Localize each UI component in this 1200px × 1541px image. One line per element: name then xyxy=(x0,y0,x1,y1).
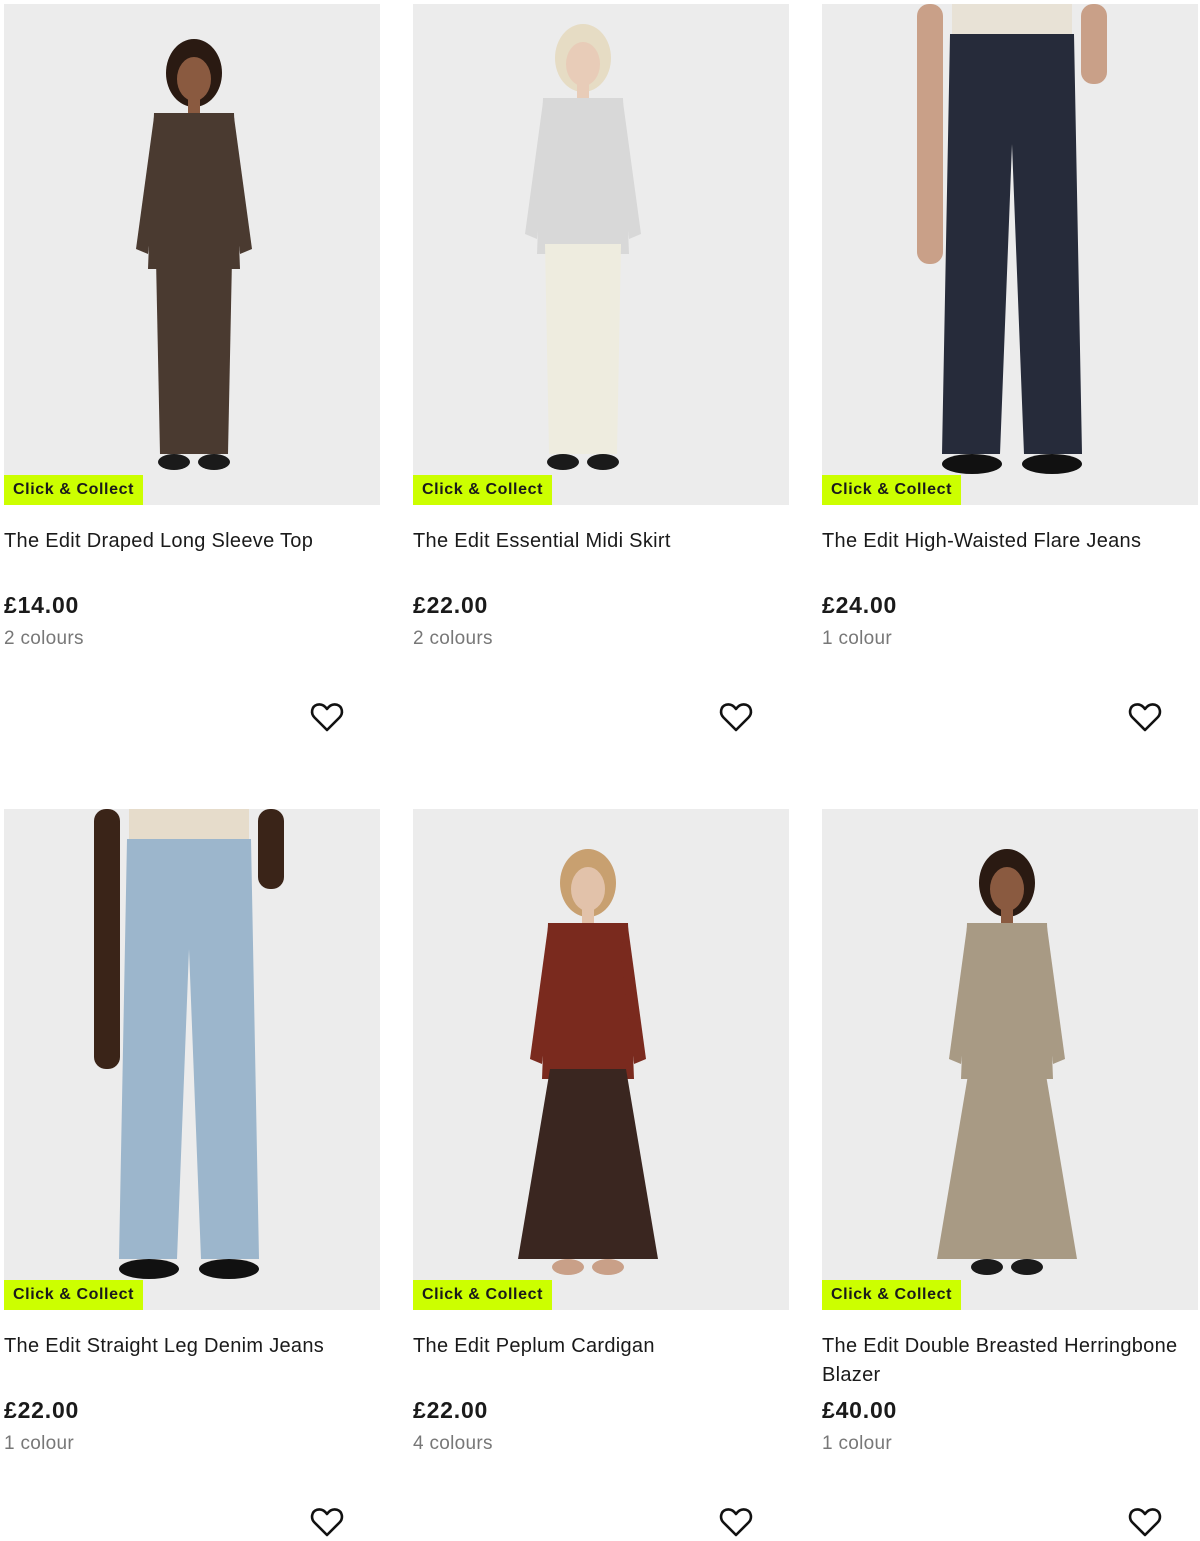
model-photo xyxy=(136,39,252,470)
right-arm xyxy=(1081,4,1107,84)
model-photo xyxy=(518,849,658,1275)
right-shoe xyxy=(198,454,230,470)
heart-outline-icon xyxy=(1128,1508,1162,1537)
top-garment xyxy=(961,923,1053,1079)
model-figure xyxy=(136,39,252,470)
product-image[interactable]: Click & Collect xyxy=(822,4,1198,505)
product-card: Click & Collect The Edit Double Breasted… xyxy=(822,809,1198,1537)
wishlist-button[interactable] xyxy=(310,1506,344,1538)
model-figure xyxy=(917,4,1107,474)
right-shoe xyxy=(592,1259,624,1275)
neck-shape xyxy=(582,909,594,923)
model-figure xyxy=(525,24,641,470)
product-image[interactable]: Click & Collect xyxy=(4,4,380,505)
product-card: Click & Collect The Edit Straight Leg De… xyxy=(4,809,380,1537)
product-card: Click & Collect The Edit Essential Midi … xyxy=(413,4,789,732)
click-collect-badge: Click & Collect xyxy=(4,1280,144,1310)
right-shoe xyxy=(199,1259,259,1279)
top-garment xyxy=(542,923,634,1079)
neck-shape xyxy=(188,99,200,113)
colour-count: 2 colours xyxy=(4,628,84,649)
product-card: Click & Collect The Edit Peplum Cardigan… xyxy=(413,809,789,1537)
wishlist-button[interactable] xyxy=(719,1506,753,1538)
left-shoe xyxy=(547,454,579,470)
top-garment xyxy=(537,98,629,254)
model-figure xyxy=(94,809,284,1279)
head-shape xyxy=(990,867,1024,911)
left-arm xyxy=(94,809,120,1069)
bottom-garment xyxy=(937,1069,1077,1259)
colour-count: 4 colours xyxy=(413,1433,493,1454)
product-image[interactable]: Click & Collect xyxy=(822,809,1198,1310)
product-title[interactable]: The Edit Draped Long Sleeve Top xyxy=(4,527,374,556)
jeans-shape xyxy=(119,839,259,1259)
colour-count: 1 colour xyxy=(822,1433,892,1454)
product-price: £40.00 xyxy=(822,1397,898,1423)
heart-outline-icon xyxy=(1128,703,1162,732)
product-price: £22.00 xyxy=(4,1397,80,1423)
heart-outline-icon xyxy=(310,1508,344,1537)
click-collect-badge: Click & Collect xyxy=(822,1280,962,1310)
neck-shape xyxy=(577,84,589,98)
product-title[interactable]: The Edit Straight Leg Denim Jeans xyxy=(4,1332,374,1361)
product-title[interactable]: The Edit Double Breasted Herringbone Bla… xyxy=(822,1332,1192,1390)
colour-count: 2 colours xyxy=(413,628,493,649)
model-photo xyxy=(94,809,284,1279)
left-arm xyxy=(917,4,943,264)
bottom-garment xyxy=(156,259,232,454)
heart-outline-icon xyxy=(719,1508,753,1537)
product-title[interactable]: The Edit Essential Midi Skirt xyxy=(413,527,783,556)
head-shape xyxy=(571,867,605,911)
product-image[interactable]: Click & Collect xyxy=(4,809,380,1310)
neck-shape xyxy=(1001,909,1013,923)
model-photo xyxy=(937,849,1077,1275)
product-price: £22.00 xyxy=(413,1397,489,1423)
wishlist-button[interactable] xyxy=(719,701,753,733)
model-photo xyxy=(917,4,1107,474)
right-shoe xyxy=(1022,454,1082,474)
product-price: £22.00 xyxy=(413,592,489,618)
product-image[interactable]: Click & Collect xyxy=(413,4,789,505)
wishlist-button[interactable] xyxy=(310,701,344,733)
product-price: £14.00 xyxy=(4,592,80,618)
model-figure xyxy=(518,849,658,1275)
product-grid: Click & Collect The Edit Draped Long Sle… xyxy=(0,0,1200,1541)
colour-count: 1 colour xyxy=(822,628,892,649)
product-card: Click & Collect The Edit High-Waisted Fl… xyxy=(822,4,1198,732)
head-shape xyxy=(177,57,211,101)
model-figure xyxy=(937,849,1077,1275)
right-shoe xyxy=(587,454,619,470)
bottom-garment xyxy=(545,244,621,454)
bottom-garment xyxy=(518,1069,658,1259)
top-garment xyxy=(148,113,240,269)
jeans-shape xyxy=(942,34,1082,454)
product-title[interactable]: The Edit High-Waisted Flare Jeans xyxy=(822,527,1192,556)
heart-outline-icon xyxy=(719,703,753,732)
click-collect-badge: Click & Collect xyxy=(413,1280,553,1310)
wishlist-button[interactable] xyxy=(1128,701,1162,733)
colour-count: 1 colour xyxy=(4,1433,74,1454)
left-shoe xyxy=(971,1259,1003,1275)
product-card: Click & Collect The Edit Draped Long Sle… xyxy=(4,4,380,732)
product-image[interactable]: Click & Collect xyxy=(413,809,789,1310)
left-shoe xyxy=(552,1259,584,1275)
heart-outline-icon xyxy=(310,703,344,732)
right-arm xyxy=(258,809,284,889)
left-shoe xyxy=(942,454,1002,474)
click-collect-badge: Click & Collect xyxy=(4,475,144,505)
left-shoe xyxy=(119,1259,179,1279)
left-shoe xyxy=(158,454,190,470)
model-photo xyxy=(525,24,641,470)
product-title[interactable]: The Edit Peplum Cardigan xyxy=(413,1332,783,1361)
head-shape xyxy=(566,42,600,86)
click-collect-badge: Click & Collect xyxy=(413,475,553,505)
wishlist-button[interactable] xyxy=(1128,1506,1162,1538)
right-shoe xyxy=(1011,1259,1043,1275)
product-price: £24.00 xyxy=(822,592,898,618)
click-collect-badge: Click & Collect xyxy=(822,475,962,505)
